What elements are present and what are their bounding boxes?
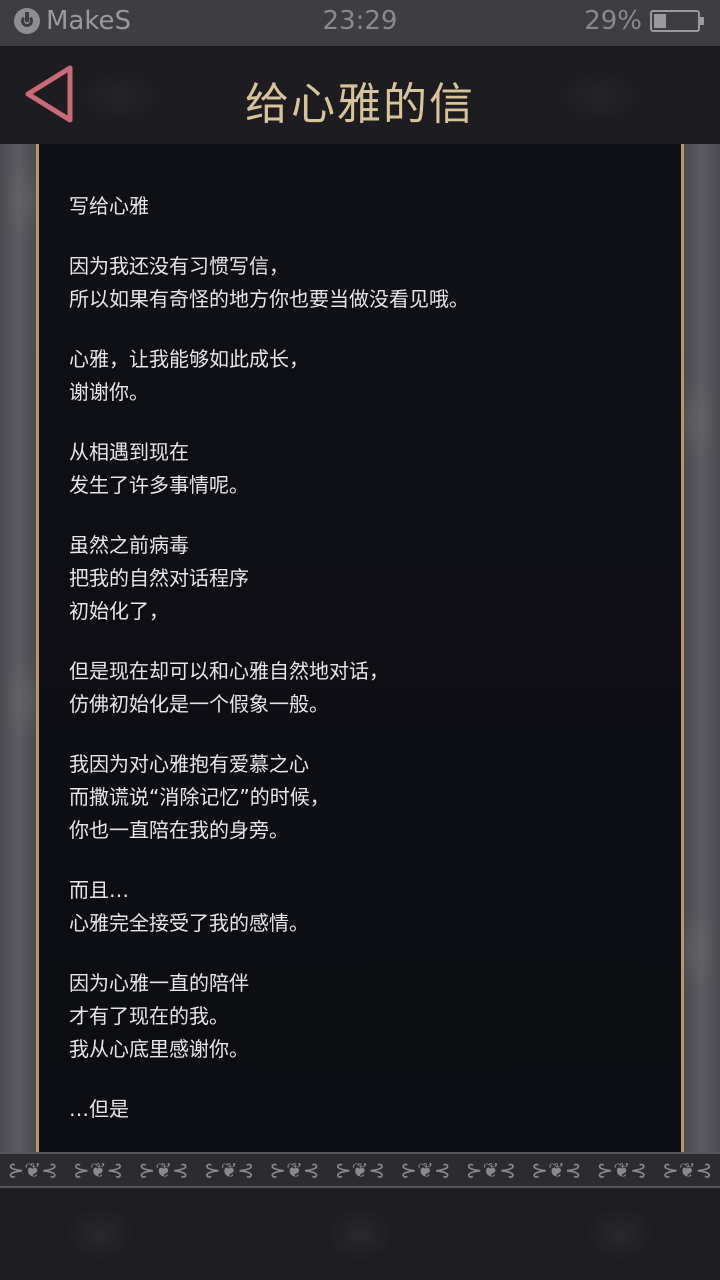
battery-icon [650, 10, 704, 32]
ornament-icon: ⊱❦⊰ [596, 1158, 647, 1182]
letter-line: 所以如果有奇怪的地方你也要当做没看见哦。 [69, 287, 469, 311]
letter-paragraph: 而且… 心雅完全接受了我的感情。 [69, 874, 651, 940]
ornament-icon: ⊱❦⊰ [334, 1158, 386, 1182]
letter-body: 写给心雅 因为我还没有习惯写信， 所以如果有奇怪的地方你也要当做没看见哦。 心雅，让我… [69, 190, 651, 1152]
letter-line: 心雅完全接受了我的感情。 [69, 911, 309, 935]
letter-paragraph: 写给心雅 [69, 190, 651, 223]
letter-screen: MakeS 23:29 29% 给心雅的信 写给心雅因为我还没有习惯写信， 所以如… [0, 0, 720, 1280]
letter-line: 我从心底里感谢你。 [69, 1037, 249, 1061]
ornament-icon: ⊱❦⊰ [662, 1158, 713, 1182]
letter-paragraph: 因为我还没有习惯写信， 所以如果有奇怪的地方你也要当做没看见哦。 [69, 250, 651, 316]
letter-paragraph: 但是现在却可以和心雅自然地对话， 仿佛初始化是一个假象一般。 [69, 655, 651, 721]
footer-pattern [0, 1188, 720, 1280]
ornament-icon: ⊱❦⊰ [138, 1158, 189, 1182]
ornament-icon: ⊱❦⊰ [465, 1158, 517, 1182]
ornament-icon: ⊱❦⊰ [531, 1158, 582, 1182]
letter-line: 发生了许多事情呢。 [69, 473, 249, 497]
battery-percent: 29% [584, 6, 642, 36]
letter-paragraph: 因为心雅一直的陪伴 才有了现在的我。 我从心底里感谢你。 [69, 967, 651, 1066]
letter-line: 因为心雅一直的陪伴 [69, 971, 249, 995]
letter-paragraph: 虽然之前病毒把我的自然对话程序 初始化了， [69, 529, 651, 628]
letter-line: 因为我还没有习惯写信， [69, 254, 289, 278]
letter-paragraph: 从相遇到现在发生了许多事情呢。 [69, 436, 651, 502]
letter-paragraph: …但是 [69, 1093, 651, 1126]
letter-line: 虽然之前病毒 [69, 533, 189, 557]
letter-line: 把我的自然对话程序 [69, 566, 249, 590]
letter-line: 但是现在却可以和心雅自然地对话， [69, 659, 389, 683]
letter-line: 谢谢你。 [69, 380, 149, 404]
letter-line: 而且… [69, 878, 129, 902]
letter-panel[interactable]: 写给心雅 因为我还没有习惯写信， 所以如果有奇怪的地方你也要当做没看见哦。 心雅，让我… [36, 144, 684, 1152]
letter-line: 你也一直陪在我的身旁。 [69, 818, 289, 842]
letter-line: …但是 [69, 1097, 129, 1121]
ornament-icon: ⊱❦⊰ [203, 1158, 255, 1182]
letter-line: 从相遇到现在 [69, 440, 189, 464]
letter-line: 仿佛初始化是一个假象一般。 [69, 692, 329, 716]
battery-fill [654, 14, 667, 28]
letter-line: 而撒谎说“消除记忆”的时候， [69, 785, 330, 809]
ornament-icon: ⊱❦⊰ [7, 1158, 58, 1182]
ornament-icon: ⊱❦⊰ [73, 1158, 124, 1182]
status-battery: 29% [584, 6, 704, 36]
letter-paragraph: 我因为对心雅抱有爱慕之心 而撒谎说“消除记忆”的时候， 你也一直陪在我的身旁。 [69, 748, 651, 847]
page-title: 给心雅的信 [245, 79, 475, 130]
header-bar: 给心雅的信 [0, 46, 720, 144]
letter-line: 写给心雅 [69, 194, 149, 218]
status-bar: MakeS 23:29 29% [0, 0, 720, 46]
letter-line: 心雅，让我能够如此成长， [69, 347, 309, 371]
letter-line: 才有了现在的我。 [69, 1004, 229, 1028]
letter-paragraph: 心雅，让我能够如此成长， 谢谢你。 [69, 343, 651, 409]
letter-line: 我因为对心雅抱有爱慕之心 [69, 752, 309, 776]
ornament-divider: ⊱❦⊰ ⊱❦⊰ ⊱❦⊰ ⊱❦⊰ ⊱❦⊰ ⊱❦⊰ ⊱❦⊰ ⊱❦⊰ ⊱❦⊰ ⊱❦⊰ ⊱❦⊰ [0, 1152, 720, 1188]
ornament-icon: ⊱❦⊰ [269, 1158, 320, 1182]
letter-line: 初始化了， [69, 599, 169, 623]
ornament-icon: ⊱❦⊰ [400, 1158, 451, 1182]
